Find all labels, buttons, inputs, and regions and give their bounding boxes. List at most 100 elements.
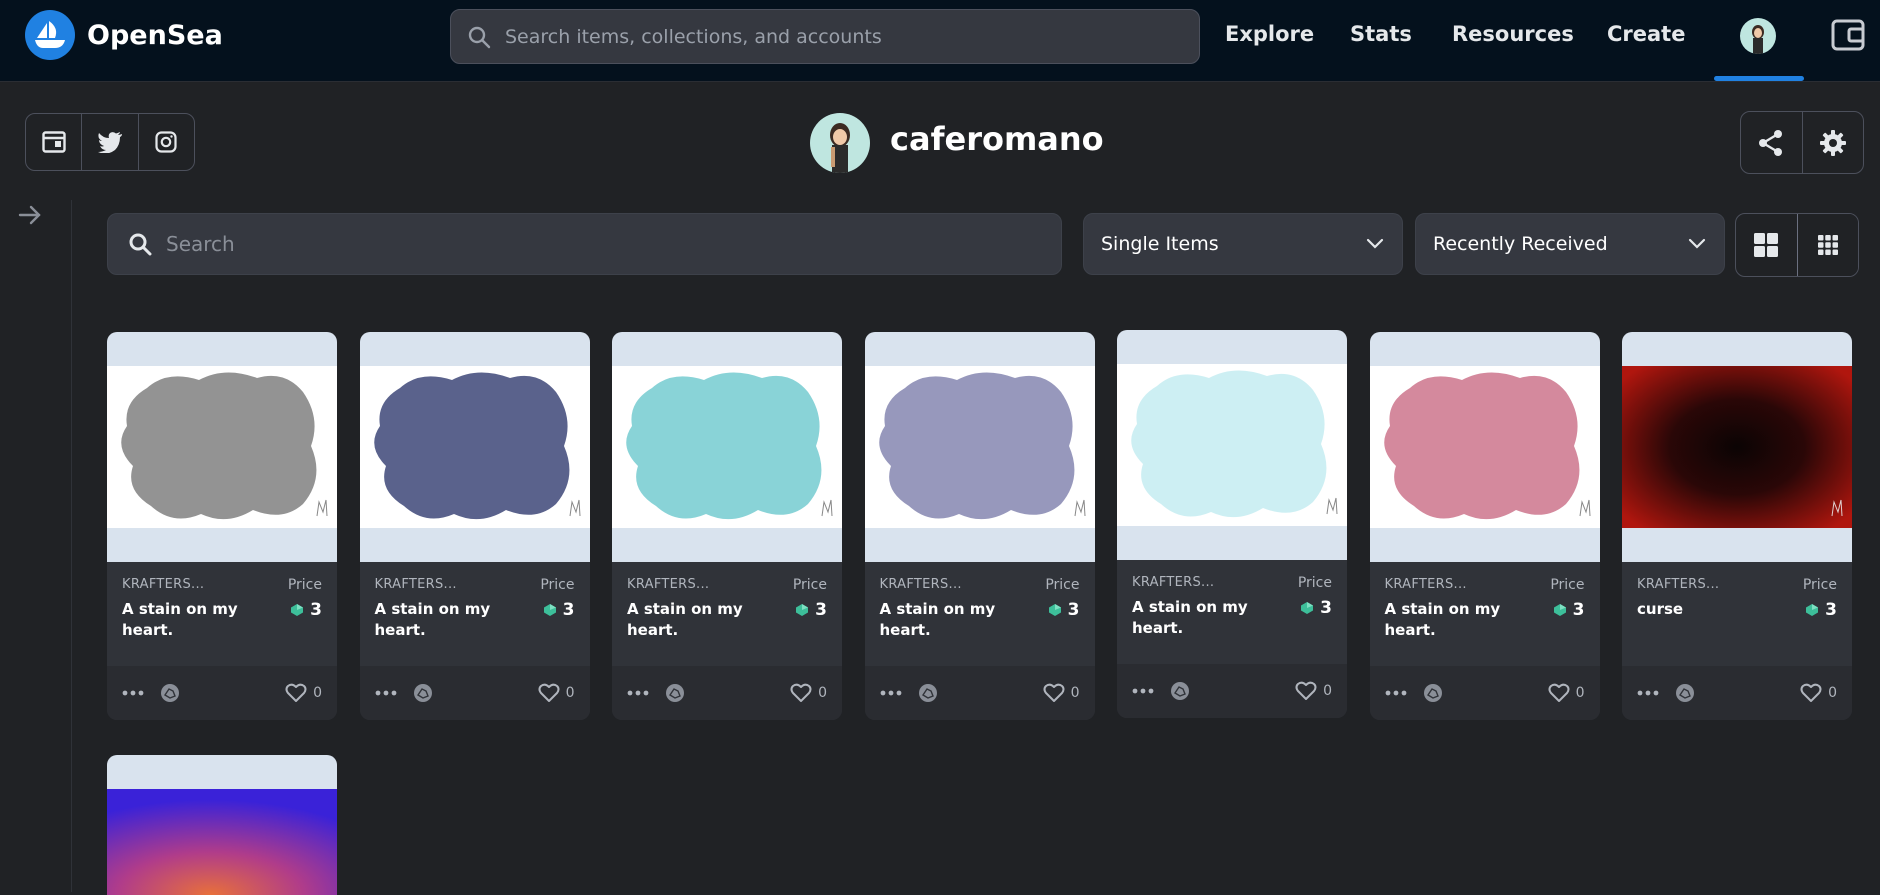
- expand-filters-button[interactable]: [17, 202, 43, 232]
- nav-explore[interactable]: Explore: [1225, 22, 1314, 46]
- more-options-icon[interactable]: [880, 690, 902, 696]
- item-image[interactable]: [107, 332, 337, 562]
- sort-select[interactable]: Recently Received: [1415, 213, 1725, 275]
- item-image[interactable]: [864, 332, 1095, 562]
- heart-icon[interactable]: [285, 683, 307, 703]
- website-button[interactable]: [26, 114, 83, 170]
- large-grid-button[interactable]: [1736, 214, 1797, 276]
- profile-avatar: [810, 113, 870, 173]
- stain-artwork: [121, 372, 328, 520]
- item-title: A stain on my heart.: [1132, 598, 1248, 637]
- artist-signature: [569, 499, 580, 517]
- gear-icon: [1819, 129, 1846, 156]
- item-image[interactable]: [1369, 332, 1600, 562]
- item-type-select[interactable]: Single Items: [1083, 213, 1403, 275]
- items-search[interactable]: [107, 213, 1062, 275]
- settings-button[interactable]: [1803, 112, 1864, 173]
- top-nav: OpenSea Explore Stats Resources Create: [0, 0, 1880, 82]
- instagram-button[interactable]: [139, 114, 194, 170]
- like-count: 0: [1323, 683, 1332, 699]
- polygon-matic-icon: [291, 604, 304, 616]
- more-options-icon[interactable]: [627, 690, 649, 696]
- twitter-icon: [97, 132, 122, 153]
- heart-icon[interactable]: [538, 683, 560, 703]
- polygon-matic-icon: [796, 604, 809, 616]
- heart-icon[interactable]: [1295, 681, 1317, 701]
- polygon-chain-icon: [918, 684, 937, 702]
- item-card-footer: 0: [612, 666, 842, 720]
- item-collection[interactable]: KRAFTERS...: [1132, 575, 1214, 590]
- polygon-chain-icon: [666, 684, 684, 702]
- item-card[interactable]: KRAFTERS... A stain on my heart. Price 3…: [612, 332, 842, 720]
- item-collection[interactable]: KRAFTERS...: [375, 577, 457, 592]
- heart-icon[interactable]: [1043, 683, 1065, 703]
- item-title: A stain on my heart.: [122, 600, 238, 639]
- arrow-right-icon: [18, 205, 41, 225]
- nav-create[interactable]: Create: [1607, 22, 1685, 46]
- more-options-icon[interactable]: [122, 690, 144, 696]
- stain-artwork: [626, 372, 833, 520]
- item-title: A stain on my heart.: [1384, 600, 1501, 639]
- opensea-logo[interactable]: OpenSea: [25, 10, 223, 60]
- heart-icon[interactable]: [1548, 683, 1570, 703]
- item-collection[interactable]: KRAFTERS...: [1637, 577, 1719, 592]
- more-options-icon[interactable]: [1637, 690, 1659, 696]
- item-card-footer: 0: [1117, 664, 1347, 718]
- more-options-icon[interactable]: [1132, 688, 1154, 694]
- small-grid-icon: [1817, 235, 1838, 255]
- item-card[interactable]: KRAFTERS... A stain on my heart. Price 3…: [359, 332, 590, 720]
- gradient-artwork: [107, 789, 337, 895]
- item-price: 3: [1048, 600, 1080, 620]
- item-card[interactable]: KRAFTERS... A stain on my heart. Price 3…: [1117, 330, 1347, 718]
- artist-signature: [1074, 499, 1085, 517]
- item-collection[interactable]: KRAFTERS...: [627, 577, 709, 592]
- item-card[interactable]: KRAFTERS... A stain on my heart. Price 3…: [1369, 332, 1600, 720]
- nav-stats[interactable]: Stats: [1350, 22, 1412, 46]
- stain-artwork: [1622, 366, 1852, 528]
- item-card[interactable]: KRAFTERS... A stain on my heart. Price 3…: [107, 332, 337, 720]
- item-image[interactable]: [359, 332, 590, 562]
- profile-actions: [1740, 111, 1864, 174]
- heart-icon[interactable]: [1800, 683, 1822, 703]
- item-card[interactable]: KRAFTERS... A stain on my heart. Price 3…: [864, 332, 1095, 720]
- item-image[interactable]: [612, 332, 842, 562]
- polygon-matic-icon: [1301, 602, 1314, 614]
- wallet-icon[interactable]: [1830, 18, 1866, 56]
- twitter-button[interactable]: [82, 114, 139, 170]
- heart-icon[interactable]: [790, 683, 812, 703]
- item-image[interactable]: [1622, 332, 1852, 562]
- global-search[interactable]: [450, 9, 1200, 64]
- item-collection[interactable]: KRAFTERS...: [122, 577, 204, 592]
- item-title: A stain on my heart.: [627, 600, 743, 639]
- item-card[interactable]: KRAFTERS... curse Price 3 0: [1622, 332, 1852, 720]
- item-image[interactable]: [107, 755, 337, 789]
- item-collection[interactable]: KRAFTERS...: [1385, 577, 1467, 592]
- curse-artwork: [1622, 366, 1852, 528]
- small-grid-button[interactable]: [1796, 214, 1858, 276]
- search-icon: [129, 233, 152, 256]
- share-button[interactable]: [1741, 112, 1803, 173]
- artist-signature: [316, 499, 328, 517]
- filter-sidebar: [0, 200, 72, 892]
- brand-name: OpenSea: [87, 19, 223, 51]
- price-value: 3: [1320, 598, 1332, 618]
- more-options-icon[interactable]: [375, 690, 397, 696]
- item-collection[interactable]: KRAFTERS...: [880, 577, 962, 592]
- active-tab-indicator: [1714, 76, 1804, 81]
- user-avatar[interactable]: [1740, 18, 1776, 54]
- global-search-input[interactable]: [505, 25, 1155, 48]
- chevron-down-icon: [1366, 238, 1384, 249]
- chevron-down-icon: [1688, 238, 1706, 249]
- items-search-input[interactable]: [166, 232, 966, 256]
- more-options-icon[interactable]: [1385, 690, 1407, 696]
- price-value: 3: [1067, 600, 1080, 620]
- item-title: curse: [1637, 600, 1684, 618]
- nav-resources[interactable]: Resources: [1452, 22, 1574, 46]
- price-label: Price: [1045, 577, 1080, 593]
- item-image[interactable]: [1117, 330, 1347, 560]
- stain-artwork: [373, 372, 580, 520]
- price-value: 3: [1572, 600, 1585, 620]
- item-card[interactable]: [107, 755, 337, 895]
- polygon-matic-icon: [543, 604, 556, 616]
- stain-artwork: [878, 372, 1085, 520]
